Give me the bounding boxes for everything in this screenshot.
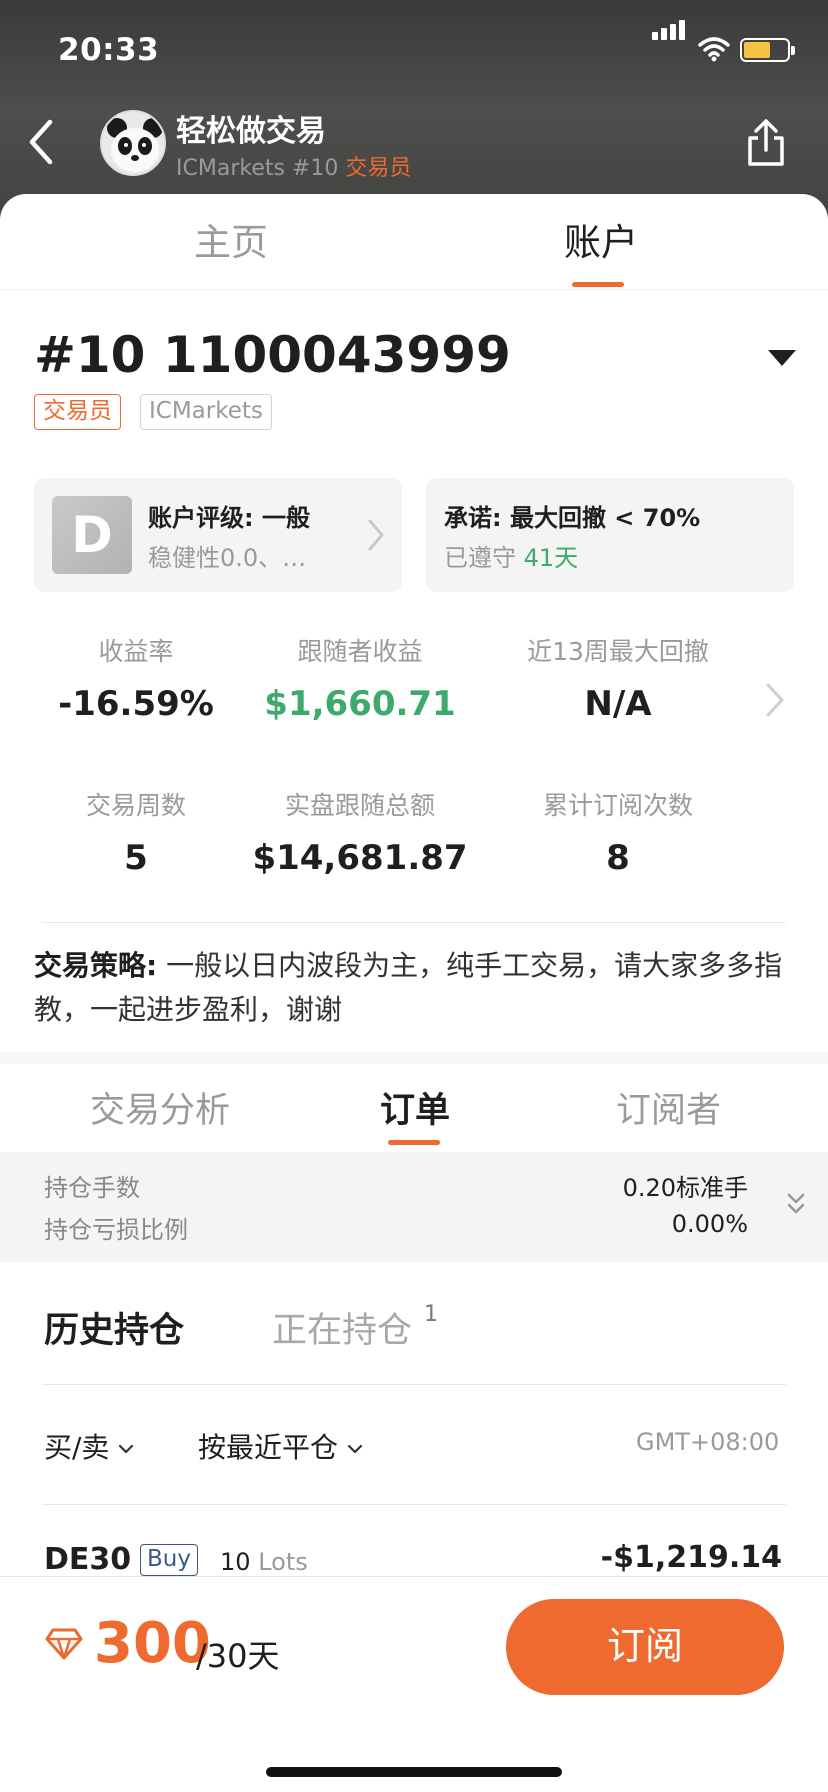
stat-drawdown-value: N/A: [584, 684, 652, 724]
account-content: 主页 账户 #10 1100043999 交易员 ICMarkets D 账户评…: [0, 194, 828, 1792]
promise-title: 承诺: 最大回撤 < 70%: [444, 504, 701, 532]
order-unit: Lots: [258, 1548, 308, 1576]
stat-return-label: 收益率: [98, 637, 174, 666]
chevron-left-icon: [29, 119, 53, 165]
stat-return-value: -16.59%: [58, 684, 214, 724]
chevron-down-icon: [119, 1444, 134, 1454]
subscribe-button[interactable]: 订阅: [506, 1599, 784, 1695]
order-lots: 10: [220, 1548, 251, 1576]
back-button[interactable]: [20, 112, 70, 172]
stat-subscriptions-label: 累计订阅次数: [542, 791, 693, 820]
expand-chevrons-icon[interactable]: [786, 1192, 806, 1218]
role-tag: 交易员: [345, 156, 412, 181]
battery-icon: [740, 38, 795, 62]
top-tab-bar: 主页 账户: [0, 194, 828, 290]
promise-subtitle: 已遵守 41天: [444, 538, 578, 573]
home-indicator[interactable]: [266, 1767, 562, 1777]
trader-name: 轻松做交易: [176, 114, 326, 149]
stat-weeks-value: 5: [124, 838, 148, 878]
stat-follower-profit-value: $1,660.71: [264, 684, 456, 724]
tab-trade-analysis[interactable]: 交易分析: [90, 1082, 230, 1133]
order-quantity: 10 Lots: [220, 1548, 308, 1576]
status-bar: 20:33: [0, 20, 828, 72]
wifi-icon: [698, 37, 730, 62]
stats-divider: [42, 922, 786, 923]
tab-history-positions[interactable]: 历史持仓: [44, 1302, 184, 1353]
open-positions-count: 1: [424, 1302, 438, 1327]
tab-account[interactable]: 账户: [564, 212, 638, 266]
order-symbol: DE30: [44, 1542, 132, 1577]
promise-card[interactable]: 承诺: 最大回撤 < 70% 已遵守 41天: [426, 478, 794, 592]
share-button[interactable]: [744, 118, 794, 172]
chevron-right-icon: [368, 519, 384, 551]
loss-ratio-value: 0.00%: [671, 1210, 748, 1238]
broker-chip: ICMarkets: [140, 394, 272, 430]
filters-divider: [42, 1504, 786, 1505]
timezone-label: GMT+08:00: [636, 1428, 780, 1456]
rating-title: 账户评级: 一般: [148, 504, 310, 532]
panda-avatar-icon: [102, 112, 164, 174]
promise-days: 41天: [523, 544, 579, 572]
stat-weeks-label: 交易周数: [85, 791, 186, 820]
stat-drawdown-label: 近13周最大回撤: [527, 637, 709, 666]
subscribe-footer: 300 /30天 订阅: [0, 1576, 828, 1792]
sort-filter[interactable]: 按最近平仓: [198, 1426, 364, 1466]
order-pnl: -$1,219.14: [600, 1540, 782, 1575]
share-icon: [748, 119, 784, 166]
broker-account: ICMarkets #10: [176, 156, 339, 181]
lots-label: 持仓手数: [44, 1174, 140, 1202]
chevron-down-icon: [347, 1444, 363, 1454]
role-chip: 交易员: [34, 394, 121, 430]
tab-orders[interactable]: 订单: [380, 1082, 450, 1133]
loss-ratio-label: 持仓亏损比例: [44, 1216, 188, 1244]
rating-subtitle: 稳健性0.0、…: [148, 544, 307, 572]
position-summary[interactable]: 持仓手数 0.20标准手 持仓亏损比例 0.00%: [0, 1152, 828, 1262]
stat-subscriptions-value: 8: [606, 838, 630, 878]
side-filter[interactable]: 买/卖: [44, 1426, 135, 1466]
diamond-icon: [45, 1628, 83, 1660]
grade-badge: D: [52, 496, 132, 574]
subscription-price: 300: [94, 1611, 211, 1676]
rating-card[interactable]: D 账户评级: 一般 稳健性0.0、…: [34, 478, 402, 592]
avatar[interactable]: [100, 110, 166, 176]
strategy-label: 交易策略:: [34, 949, 158, 982]
promise-prefix: 已遵守: [444, 544, 516, 572]
tab-open-positions[interactable]: 正在持仓: [272, 1302, 412, 1353]
stat-follow-total-value: $14,681.87: [252, 838, 468, 878]
sort-filter-label: 按最近平仓: [198, 1431, 339, 1464]
section-gap: [0, 1052, 828, 1064]
tab-orders-indicator: [388, 1140, 440, 1145]
account-number: #10 1100043999: [34, 326, 511, 384]
account-dropdown-icon[interactable]: [768, 350, 796, 366]
tab-home[interactable]: 主页: [194, 212, 268, 266]
position-tabs-divider: [42, 1384, 786, 1385]
stat-follower-profit-label: 跟随者收益: [297, 637, 423, 666]
status-time: 20:33: [58, 32, 160, 68]
lots-value: 0.20标准手: [622, 1174, 748, 1202]
order-side-badge: Buy: [140, 1544, 198, 1576]
stats-chevron-right-icon[interactable]: [764, 682, 786, 718]
stat-follow-total-label: 实盘跟随总额: [284, 791, 435, 820]
side-filter-label: 买/卖: [44, 1431, 110, 1464]
strategy-text: 交易策略: 一般以日内波段为主，纯手工交易，请大家多多指教，一起进步盈利，谢谢: [34, 944, 804, 1032]
trader-broker-line: ICMarkets #10 交易员: [176, 150, 411, 182]
tab-subscribers[interactable]: 订阅者: [616, 1082, 721, 1133]
subscription-period: /30天: [196, 1637, 280, 1675]
tab-account-indicator: [572, 282, 624, 287]
